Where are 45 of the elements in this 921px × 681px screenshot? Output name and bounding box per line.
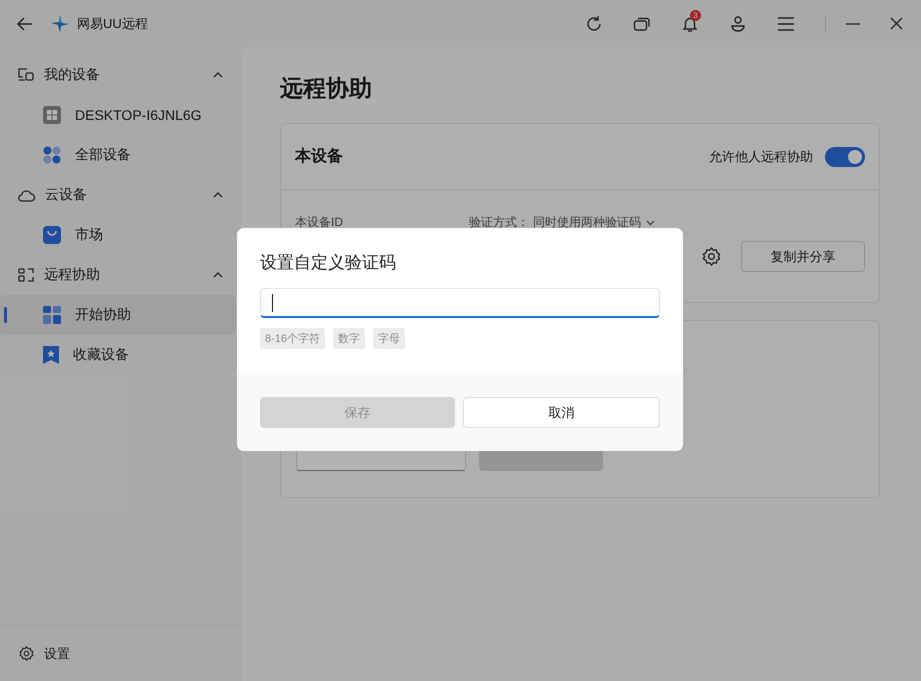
devices-icon xyxy=(18,68,34,82)
rule-tag: 字母 xyxy=(373,328,406,349)
sidebar-group[interactable]: 云设备 xyxy=(0,175,241,215)
cancel-button[interactable]: 取消 xyxy=(463,397,660,428)
star-bookmark-icon xyxy=(43,346,59,364)
allow-label: 允许他人远程协助 xyxy=(709,148,813,166)
card-title: 本设备 xyxy=(295,146,344,167)
sidebar-group[interactable]: 我的设备 xyxy=(0,55,241,95)
toggle-switch[interactable] xyxy=(825,146,865,166)
chevron-up-icon[interactable] xyxy=(213,192,223,198)
sidebar-item[interactable]: 全部设备 xyxy=(0,135,236,175)
user-icon[interactable] xyxy=(729,14,747,32)
remote-icon xyxy=(18,268,34,282)
cloud-icon xyxy=(18,188,35,202)
refresh-icon[interactable] xyxy=(585,14,603,32)
page-title: 远程协助 xyxy=(280,74,373,103)
chevron-up-icon[interactable] xyxy=(213,272,223,278)
sidebar-item[interactable]: 市场 xyxy=(0,215,236,255)
dots-icon xyxy=(43,146,61,164)
settings-icon xyxy=(19,646,34,661)
sidebar-item[interactable]: DESKTOP-I6JNL6G xyxy=(0,95,236,135)
chevron-down-icon xyxy=(646,220,655,226)
windows-logo-icon xyxy=(43,106,61,124)
back-icon[interactable] xyxy=(17,16,33,30)
verify-dropdown[interactable]: 同时使用两种验证码 xyxy=(533,214,655,231)
verify-label: 验证方式： xyxy=(469,214,529,231)
dialog-title: 设置自定义验证码 xyxy=(260,252,397,274)
window-title: 网易UU远程 xyxy=(77,14,148,32)
rule-tag: 数字 xyxy=(333,328,366,349)
close-icon[interactable] xyxy=(890,17,903,30)
rule-tag: 8-16个字符 xyxy=(260,328,326,349)
bag-icon xyxy=(43,226,61,244)
sidebar-group[interactable]: 远程协助 xyxy=(0,255,241,295)
menu-icon[interactable] xyxy=(777,16,795,30)
chevron-up-icon[interactable] xyxy=(213,72,223,78)
sidebar-item[interactable]: 收藏设备 xyxy=(0,335,236,375)
logo-icon xyxy=(51,14,69,32)
screens-icon xyxy=(43,306,61,324)
device-id-label: 本设备ID xyxy=(295,214,343,231)
minimize-icon[interactable] xyxy=(846,22,860,24)
settings-icon[interactable] xyxy=(702,247,721,266)
copy-share-button[interactable]: 复制并分享 xyxy=(741,241,865,272)
code-input-field[interactable] xyxy=(260,288,660,318)
notification-badge: 3 xyxy=(690,10,701,20)
sidebar-item[interactable]: 开始协助 xyxy=(0,295,236,335)
